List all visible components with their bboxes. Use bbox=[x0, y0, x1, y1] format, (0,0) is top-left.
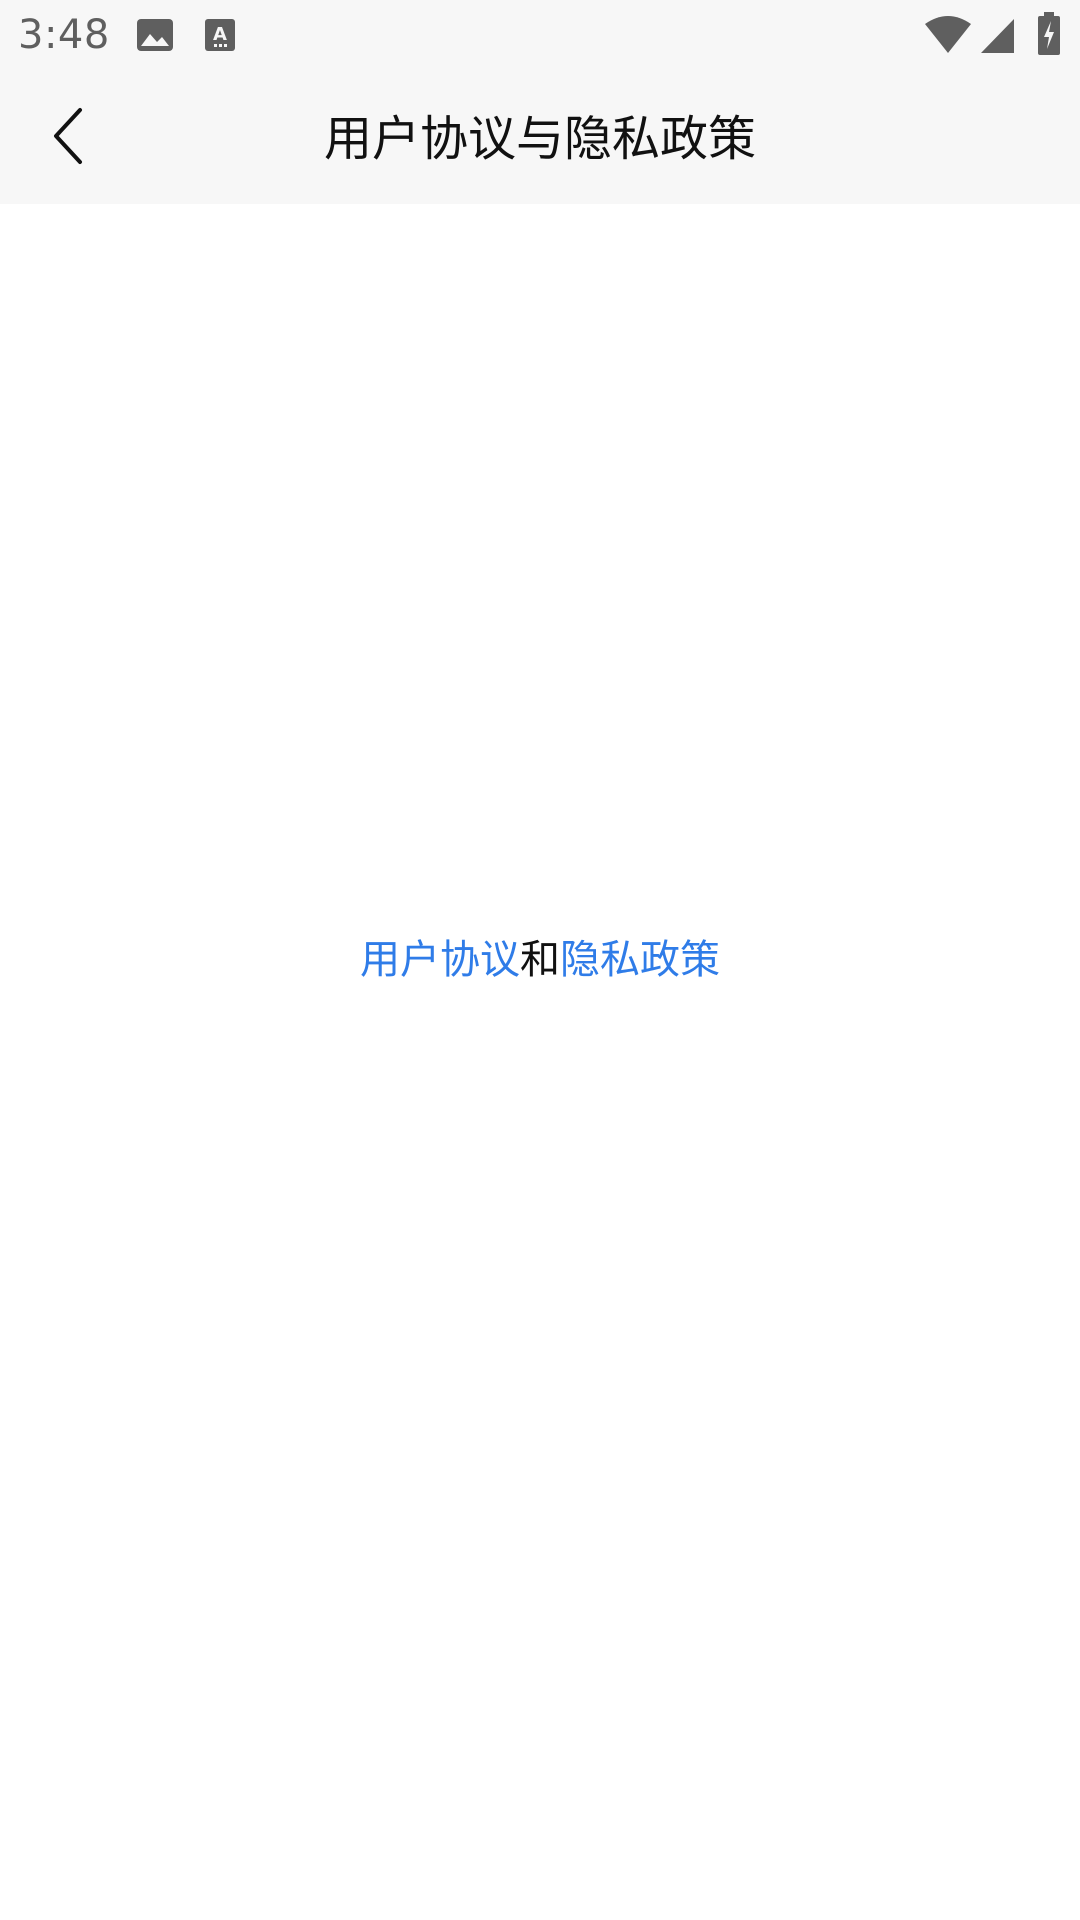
font-badge-icon: A bbox=[204, 18, 236, 56]
wifi-icon bbox=[924, 16, 972, 58]
status-time: 3:48 bbox=[18, 12, 110, 58]
page-title: 用户协议与隐私政策 bbox=[323, 111, 756, 167]
cell-signal-icon bbox=[980, 18, 1016, 58]
image-icon bbox=[136, 18, 174, 56]
app-bar: 用户协议与隐私政策 bbox=[0, 72, 1080, 204]
agreement-line: 用户协议和隐私政策 bbox=[0, 930, 1080, 990]
svg-text:A: A bbox=[213, 24, 227, 45]
user-agreement-link[interactable]: 用户协议 bbox=[360, 937, 520, 983]
battery-charging-icon bbox=[1036, 12, 1062, 60]
content-area: 用户协议和隐私政策 bbox=[0, 204, 1080, 1920]
status-bar: 3:48 A bbox=[0, 0, 1080, 72]
privacy-policy-link[interactable]: 隐私政策 bbox=[560, 937, 720, 983]
conjunction-text: 和 bbox=[520, 937, 560, 983]
